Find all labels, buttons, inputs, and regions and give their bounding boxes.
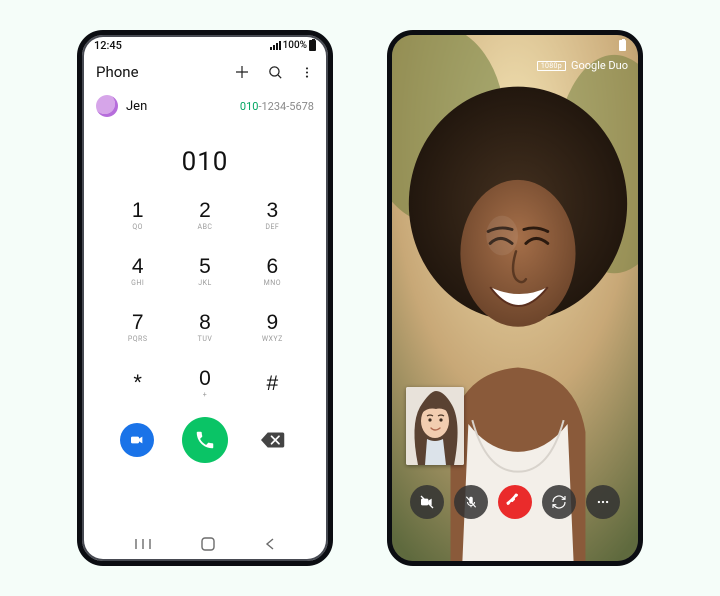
keypad-key-7[interactable]: 7 PQRS: [104, 303, 171, 351]
key-digit: 1: [132, 200, 144, 221]
status-indicators: 100%: [270, 40, 316, 51]
android-nav-bar: [82, 527, 328, 561]
key-digit: 5: [199, 256, 211, 277]
key-digit: 4: [132, 256, 144, 277]
keypad-key-3[interactable]: 3 DEF: [239, 191, 306, 239]
search-button[interactable]: [267, 64, 284, 81]
remaining-digits: -1234-5678: [258, 100, 314, 113]
nav-recent-button[interactable]: [134, 537, 152, 551]
clock: 12:45: [94, 39, 122, 52]
contact-number: 010-1234-5678: [240, 100, 314, 113]
nav-home-button[interactable]: [200, 536, 216, 552]
keypad-key-hash[interactable]: #: [239, 359, 306, 407]
key-subtext: MNO: [264, 279, 281, 287]
key-digit: 2: [199, 200, 211, 221]
key-subtext: PQRS: [128, 335, 148, 343]
key-subtext: WXYZ: [262, 335, 283, 343]
keypad-key-0[interactable]: 0+: [171, 359, 238, 407]
key-subtext: QO: [132, 223, 143, 231]
device-frame-videocall: 12:45 100% 1080p Google Duo: [387, 30, 643, 566]
app-header: Phone: [82, 55, 328, 89]
keypad-key-1[interactable]: 1 QO: [104, 191, 171, 239]
backspace-button[interactable]: [256, 423, 290, 457]
battery-percentage: 100%: [283, 40, 307, 51]
end-call-button[interactable]: [498, 485, 532, 519]
key-subtext: JKL: [198, 279, 212, 287]
video-quality-badge: 1080p: [537, 61, 566, 71]
dialed-number: 010: [82, 121, 328, 191]
keypad-key-5[interactable]: 5 JKL: [171, 247, 238, 295]
key-digit: 0: [199, 368, 211, 389]
mute-button[interactable]: [454, 485, 488, 519]
dial-keypad: 1QO2ABC3DEF4GHI5JKL6MNO7PQRS8TUV9WXYZ*0+…: [82, 191, 328, 407]
keypad-key-4[interactable]: 4 GHI: [104, 247, 171, 295]
key-digit: 6: [266, 256, 278, 277]
key-subtext: +: [203, 391, 207, 399]
key-subtext: TUV: [198, 335, 213, 343]
contact-name: Jen: [126, 99, 232, 114]
device-frame-dialer: 12:45 100% Phone J: [77, 30, 333, 566]
key-digit: #: [266, 373, 278, 394]
video-call-button[interactable]: [120, 423, 154, 457]
call-controls: [392, 485, 638, 519]
app-title: Phone: [96, 63, 139, 81]
switch-camera-button[interactable]: [542, 485, 576, 519]
key-subtext: GHI: [131, 279, 144, 287]
key-digit: 7: [132, 312, 144, 333]
camera-off-button[interactable]: [410, 485, 444, 519]
matched-digits: 010: [240, 100, 259, 113]
key-digit: 8: [199, 312, 211, 333]
dialer-actions: [82, 417, 328, 463]
battery-icon: [309, 40, 316, 51]
key-subtext: ABC: [198, 223, 213, 231]
key-digit: 3: [266, 200, 278, 221]
keypad-key-8[interactable]: 8 TUV: [171, 303, 238, 351]
status-bar: 12:45 100%: [82, 35, 328, 55]
keypad-key-6[interactable]: 6 MNO: [239, 247, 306, 295]
video-app-badge: 1080p Google Duo: [537, 59, 628, 72]
nav-back-button[interactable]: [264, 537, 276, 551]
keypad-key-9[interactable]: 9 WXYZ: [239, 303, 306, 351]
voice-call-button[interactable]: [182, 417, 228, 463]
self-view-pip[interactable]: [406, 387, 464, 465]
signal-icon: [270, 41, 281, 50]
video-app-name: Google Duo: [571, 59, 628, 72]
keypad-key-star[interactable]: *: [104, 359, 171, 407]
battery-icon: [619, 40, 626, 51]
contact-avatar: [96, 95, 118, 117]
key-digit: *: [133, 372, 142, 394]
more-options-button[interactable]: [300, 64, 314, 81]
key-digit: 9: [266, 312, 278, 333]
contact-suggestion[interactable]: Jen 010-1234-5678: [82, 89, 328, 121]
keypad-key-2[interactable]: 2 ABC: [171, 191, 238, 239]
remote-video-feed: [392, 35, 638, 561]
call-more-button[interactable]: [586, 485, 620, 519]
add-contact-button[interactable]: [233, 63, 251, 81]
key-subtext: DEF: [265, 223, 279, 231]
